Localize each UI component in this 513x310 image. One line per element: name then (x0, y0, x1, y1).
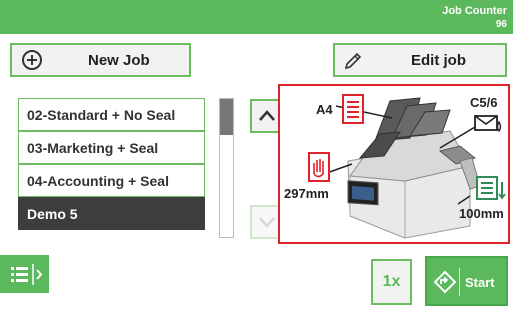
job-row-demo5[interactable]: Demo 5 (18, 197, 205, 230)
start-label: Start (465, 275, 495, 290)
job-row-marketing[interactable]: 03-Marketing + Seal (18, 131, 205, 164)
envelope-seal-icon (474, 115, 502, 133)
envelope-format-label: C5/6 (470, 95, 498, 110)
insert-document-icon (342, 94, 364, 124)
hand-stop-icon (308, 152, 330, 182)
list-menu-icon (11, 264, 43, 285)
insert-format-label: A4 (316, 102, 333, 117)
pencil-icon (344, 52, 362, 70)
edit-job-button[interactable]: Edit job (333, 43, 507, 77)
insert-length-label: 297mm (284, 186, 329, 201)
edit-job-label: Edit job (411, 52, 466, 69)
start-separator (459, 268, 460, 296)
new-job-button[interactable]: New Job (10, 43, 191, 77)
menu-button[interactable] (0, 255, 49, 293)
machine-settings-panel[interactable]: A4 C5/6 297mm 100mm (278, 84, 510, 244)
copies-button[interactable]: 1x (371, 259, 412, 305)
new-job-label: New Job (88, 52, 150, 69)
top-bar: Job Counter 96 (0, 0, 513, 34)
job-row-standard[interactable]: 02-Standard + No Seal (18, 98, 205, 131)
start-button[interactable]: Start (425, 256, 508, 306)
scrollbar-thumb[interactable] (220, 99, 233, 135)
job-counter-label: Job Counter (442, 5, 507, 17)
job-row-accounting[interactable]: 04-Accounting + Seal (18, 164, 205, 197)
diamond-arrow-icon (433, 270, 457, 294)
plus-circle-icon (22, 50, 42, 70)
job-counter-value: 96 (495, 19, 507, 30)
document-height-icon (476, 176, 506, 200)
job-list-scrollbar[interactable] (219, 98, 234, 238)
envelope-height-label: 100mm (459, 206, 504, 221)
